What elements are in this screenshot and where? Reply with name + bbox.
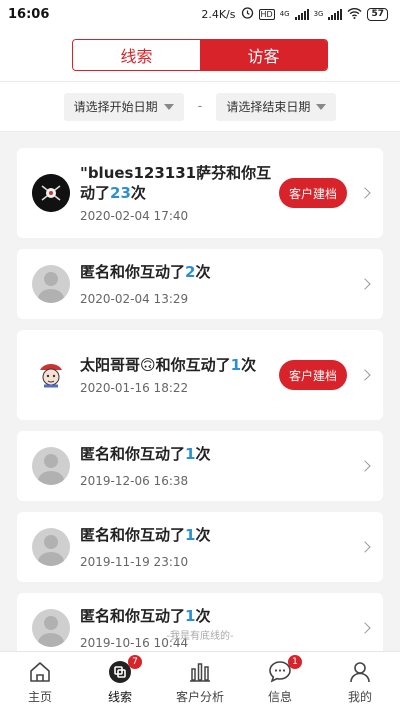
tab-label: 客户分析 (175, 689, 224, 704)
visitor-card[interactable]: 太阳哥哥🙃和你互动了1次 2020-01-16 18:22 客户建档 (17, 330, 383, 420)
chevron-right-icon[interactable] (359, 369, 371, 381)
default-avatar (32, 528, 70, 566)
create-customer-file-button[interactable]: 客户建档 (278, 178, 347, 208)
battery-icon: 57 (367, 7, 388, 21)
visitor-title: 匿名和你互动了1次 (80, 526, 211, 544)
visitor-info: 匿名和你互动了1次 2019-11-19 23:10 (80, 525, 361, 569)
visit-time: 2020-02-04 17:40 (80, 209, 189, 223)
chevron-right-icon[interactable] (359, 278, 371, 290)
tab-label: 主页 (27, 689, 52, 704)
segmented-control: 线索 访客 (72, 38, 328, 71)
visitor-info: "blues123131萨芬和你互动了23次 2020-02-04 17:40 (80, 163, 279, 223)
create-customer-file-button[interactable]: 客户建档 (278, 360, 347, 390)
clue-icon: 7 (107, 654, 142, 685)
visitor-card[interactable]: "blues123131萨芬和你互动了23次 2020-02-04 17:40 … (17, 148, 383, 238)
visit-time: 2020-01-16 18:22 (80, 381, 189, 395)
visitor-list: "blues123131萨芬和你互动了23次 2020-02-04 17:40 … (17, 148, 383, 674)
caret-down-icon (316, 103, 327, 110)
chevron-right-icon[interactable] (359, 460, 371, 472)
visitor-card[interactable]: 匿名和你互动了1次 2019-12-06 16:38 (17, 431, 383, 501)
user-icon (347, 659, 373, 685)
caret-down-icon (163, 103, 174, 110)
message-icon: 1 (267, 654, 302, 685)
visitor-title: 太阳哥哥🙃和你互动了1次 (80, 356, 257, 374)
interaction-count: 23 (110, 184, 131, 202)
visitor-title: 匿名和你互动了2次 (80, 263, 211, 281)
hd-icon: HD (258, 8, 275, 20)
tab-visitors[interactable]: 访客 (200, 39, 327, 70)
visitor-info: 匿名和你互动了2次 2020-02-04 13:29 (80, 262, 361, 306)
interaction-count: 1 (185, 526, 196, 544)
visitor-card[interactable]: 匿名和你互动了1次 2019-11-19 23:10 (17, 512, 383, 582)
visitor-title: "blues123131萨芬和你互动了23次 (80, 164, 272, 202)
visit-time: 2020-02-04 13:29 (80, 292, 189, 306)
end-date-select[interactable]: 请选择结束日期 (216, 92, 337, 121)
interaction-count: 1 (230, 356, 242, 374)
tab-label: 信息 (267, 689, 292, 704)
tab-home[interactable]: 主页 (0, 652, 80, 711)
home-icon (27, 659, 53, 685)
tab-label: 我的 (347, 689, 372, 704)
status-icons: 2.4K/s HD 4G 3G 57 (201, 6, 388, 22)
tab-label: 线索 (107, 689, 132, 704)
tab-customer-analysis[interactable]: 客户分析 (160, 652, 240, 711)
cartoon-avatar (32, 356, 70, 394)
notification-badge: 7 (128, 654, 142, 669)
visitor-title: 匿名和你互动了1次 (80, 445, 211, 463)
wifi-icon (347, 7, 362, 22)
visitor-title: 匿名和你互动了1次 (80, 607, 211, 625)
visitor-info: 匿名和你互动了1次 2019-12-06 16:38 (80, 444, 361, 488)
status-time: 16:06 (8, 6, 50, 22)
interaction-count: 2 (185, 263, 196, 281)
start-date-label: 请选择开始日期 (73, 100, 158, 114)
bar-chart-icon (187, 659, 213, 685)
interaction-count: 1 (185, 607, 196, 625)
notification-badge: 1 (288, 654, 302, 669)
visitor-info: 太阳哥哥🙃和你互动了1次 2020-01-16 18:22 (80, 355, 279, 395)
tab-clues-nav[interactable]: 7 线索 (80, 652, 160, 711)
signal-icon-2 (328, 8, 343, 20)
signal-icon (294, 8, 309, 20)
tab-messages[interactable]: 1 信息 (240, 652, 320, 711)
alarm-icon (241, 6, 254, 22)
header: 线索 访客 (0, 28, 400, 82)
date-filter-row: 请选择开始日期 - 请选择结束日期 (0, 82, 400, 132)
start-date-select[interactable]: 请选择开始日期 (63, 92, 184, 121)
default-avatar (32, 447, 70, 485)
bottom-tab-bar: 主页 7 线索 客户分析 1 信息 我的 (0, 651, 400, 711)
interaction-count: 1 (185, 445, 196, 463)
status-bar: 16:06 2.4K/s HD 4G 3G 57 (0, 0, 400, 28)
net-label-4g: 4G (279, 9, 290, 18)
visit-time: 2019-11-19 23:10 (80, 555, 189, 569)
end-date-label: 请选择结束日期 (226, 100, 311, 114)
tab-clues[interactable]: 线索 (73, 39, 200, 70)
dark-avatar (32, 174, 70, 212)
net-label-3g: 3G (313, 9, 324, 18)
date-separator: - (197, 99, 203, 114)
visit-time: 2019-12-06 16:38 (80, 474, 189, 488)
end-of-list-note: -我是有底线的- (166, 631, 234, 642)
network-speed: 2.4K/s (201, 7, 236, 21)
chevron-right-icon[interactable] (359, 541, 371, 553)
visitor-card[interactable]: 匿名和你互动了2次 2020-02-04 13:29 (17, 249, 383, 319)
tab-mine[interactable]: 我的 (320, 652, 400, 711)
chevron-right-icon[interactable] (359, 187, 371, 199)
default-avatar (32, 265, 70, 303)
